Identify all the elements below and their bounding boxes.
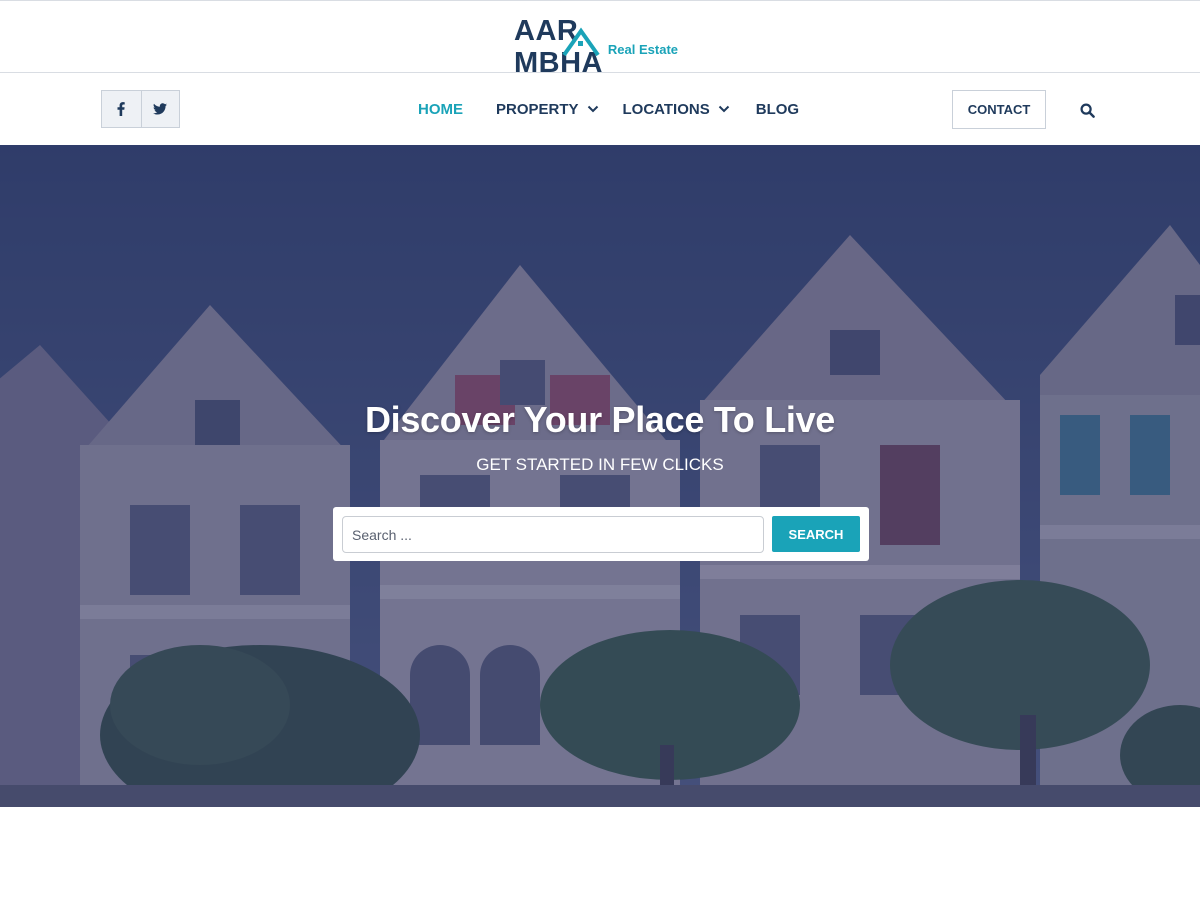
hero-overlay [0, 145, 1200, 807]
nav-item-label: BLOG [755, 100, 800, 118]
hero-banner: Discover Your Place To Live GET STARTED … [0, 145, 1200, 807]
nav-item-locations[interactable]: LOCATIONS [623, 101, 730, 118]
twitter-link[interactable] [140, 91, 180, 127]
house-roof-icon [562, 27, 600, 57]
search-icon [1079, 102, 1095, 118]
search-toggle-button[interactable] [1076, 99, 1098, 121]
facebook-icon [117, 102, 125, 116]
nav-item-home[interactable]: HOME [418, 101, 463, 118]
nav-item-blog[interactable]: BLOG [756, 101, 799, 118]
nav-item-label: PROPERTY [496, 100, 579, 118]
nav-item-label: HOME [418, 100, 463, 118]
contact-button[interactable]: CONTACT [952, 90, 1046, 129]
search-button[interactable]: SEARCH [772, 516, 860, 552]
logo-tagline: Real Estate [607, 42, 678, 57]
nav-item-label: LOCATIONS [622, 100, 710, 118]
site-logo[interactable]: AARMBHA Real Estate [514, 15, 684, 79]
main-navigation: HOME PROPERTY LOCATIONS BLOG CONTACT [0, 73, 1200, 145]
chevron-down-icon [718, 105, 730, 113]
nav-item-property[interactable]: PROPERTY [496, 101, 599, 118]
social-links [101, 90, 180, 128]
hero-title: Discover Your Place To Live [364, 399, 836, 440]
logo-bar: AARMBHA Real Estate [0, 0, 1200, 79]
chevron-down-icon [587, 105, 599, 113]
search-input[interactable] [342, 516, 764, 553]
hero-subtitle: GET STARTED IN FEW CLICKS [476, 455, 724, 474]
primary-menu: HOME PROPERTY LOCATIONS BLOG [418, 73, 799, 145]
twitter-icon [153, 103, 168, 115]
hero-search-form: SEARCH [333, 507, 869, 561]
facebook-link[interactable] [102, 91, 141, 127]
